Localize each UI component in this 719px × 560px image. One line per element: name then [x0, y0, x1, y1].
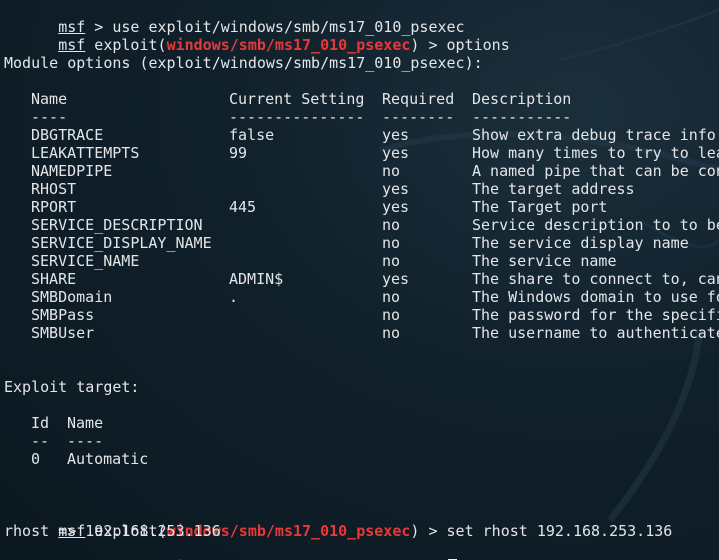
option-required: no	[382, 234, 401, 252]
option-name: DBGTRACE	[31, 126, 104, 144]
table-row: LEAKATTEMPTS 99 yes How many times to tr…	[4, 144, 719, 162]
target-table-underline: -- ----	[4, 432, 719, 450]
option-required: no	[382, 162, 401, 180]
target-name: Automatic	[67, 450, 149, 468]
underline-current: ---------------	[229, 108, 365, 126]
prompt-exploit-word: exploit(	[85, 36, 167, 54]
option-description: The password for the specifi	[472, 306, 719, 324]
option-required: yes	[382, 180, 410, 198]
option-description: The service name	[472, 252, 617, 270]
option-name: SERVICE_DESCRIPTION	[31, 216, 203, 234]
underline-description: -----------	[472, 108, 572, 126]
exploit-target-title: Exploit target:	[4, 378, 140, 396]
underline-target-name: ----	[67, 432, 104, 450]
table-row: NAMEDPIPE no A named pipe that can be co…	[4, 162, 719, 180]
option-description: The Target port	[472, 198, 608, 216]
options-table-header: Name Current Setting Required Descriptio…	[4, 90, 719, 108]
terminal-window[interactable]: msf > use exploit/windows/smb/ms17_010_p…	[0, 0, 719, 560]
header-current-setting: Current Setting	[229, 90, 365, 108]
header-description: Description	[472, 90, 572, 108]
header-id: Id	[31, 414, 50, 432]
option-required: no	[382, 216, 401, 234]
table-row: SERVICE_DESCRIPTION no Service descripti…	[4, 216, 719, 234]
module-options-title: Module options (exploit/windows/smb/ms17…	[4, 54, 483, 72]
option-required: no	[382, 288, 401, 306]
option-required: yes	[382, 144, 410, 162]
option-description: Show extra debug trace info	[472, 126, 716, 144]
table-row: RPORT 445 yes The Target port	[4, 198, 719, 216]
header-name: Name	[31, 90, 68, 108]
options-table-underline: ---- --------------- -------- ----------…	[4, 108, 719, 126]
table-row: SMBUser no The username to authenticate	[4, 324, 719, 342]
command-line-options: msf exploit(windows/smb/ms17_010_psexec)…	[4, 18, 510, 54]
option-required: yes	[382, 198, 410, 216]
option-current: 99	[229, 144, 248, 162]
option-name: SMBDomain	[31, 288, 113, 306]
option-name: SMBPass	[31, 306, 95, 324]
option-description: The Windows domain to use fo	[472, 288, 719, 306]
option-current: false	[229, 126, 275, 144]
option-description: How many times to try to lea	[472, 144, 719, 162]
command-text: options	[446, 36, 510, 54]
option-current: .	[229, 288, 239, 306]
prompt-close: ) >	[410, 522, 447, 540]
prompt-module-name: windows/smb/ms17_010_psexec	[166, 36, 411, 54]
table-row: RHOST yes The target address	[4, 180, 719, 198]
target-table-header: Id Name	[4, 414, 719, 432]
prompt-close: ) >	[410, 36, 447, 54]
option-name: SERVICE_DISPLAY_NAME	[31, 234, 212, 252]
option-required: no	[382, 306, 401, 324]
underline-required: --------	[382, 108, 455, 126]
option-required: no	[382, 324, 401, 342]
table-row: 0 Automatic	[4, 450, 719, 468]
table-row: SMBDomain . no The Windows domain to use…	[4, 288, 719, 306]
option-description: Service description to to be	[472, 216, 719, 234]
msf-prompt: msf	[58, 36, 86, 54]
table-row: SERVICE_DISPLAY_NAME no The service disp…	[4, 234, 719, 252]
target-id: 0	[31, 450, 41, 468]
option-name: LEAKATTEMPTS	[31, 144, 140, 162]
underline-name: ----	[31, 108, 68, 126]
option-description: The target address	[472, 180, 635, 198]
option-required: yes	[382, 270, 410, 288]
command-line-set-rhost: msf exploit(windows/smb/ms17_010_psexec)…	[4, 504, 672, 540]
command-text: set rhost 192.168.253.136	[446, 522, 673, 540]
option-description: The service display name	[472, 234, 689, 252]
option-current: 445	[229, 198, 257, 216]
option-name: RPORT	[31, 198, 77, 216]
option-current: ADMIN$	[229, 270, 284, 288]
option-description: The username to authenticate	[472, 324, 719, 342]
table-row: DBGTRACE false yes Show extra debug trac…	[4, 126, 719, 144]
rhost-output: rhost => 192.168.253.136	[4, 522, 221, 540]
option-name: NAMEDPIPE	[31, 162, 113, 180]
header-target-name: Name	[67, 414, 104, 432]
table-row: SERVICE_NAME no The service name	[4, 252, 719, 270]
header-required: Required	[382, 90, 455, 108]
command-line-use: msf > use exploit/windows/smb/ms17_010_p…	[4, 0, 464, 36]
option-required: yes	[382, 126, 410, 144]
option-name: RHOST	[31, 180, 77, 198]
table-row: SHARE ADMIN$ yes The share to connect to…	[4, 270, 719, 288]
option-name: SERVICE_NAME	[31, 252, 140, 270]
option-name: SMBUser	[31, 324, 95, 342]
current-prompt-line[interactable]: msf exploit(windows/smb/ms17_010_psexec)…	[4, 540, 457, 560]
option-description: A named pipe that can be con	[472, 162, 719, 180]
terminal-output: msf > use exploit/windows/smb/ms17_010_p…	[4, 0, 719, 560]
table-row: SMBPass no The password for the specifi	[4, 306, 719, 324]
option-name: SHARE	[31, 270, 77, 288]
underline-id: --	[31, 432, 50, 450]
option-required: no	[382, 252, 401, 270]
option-description: The share to connect to, can	[472, 270, 719, 288]
